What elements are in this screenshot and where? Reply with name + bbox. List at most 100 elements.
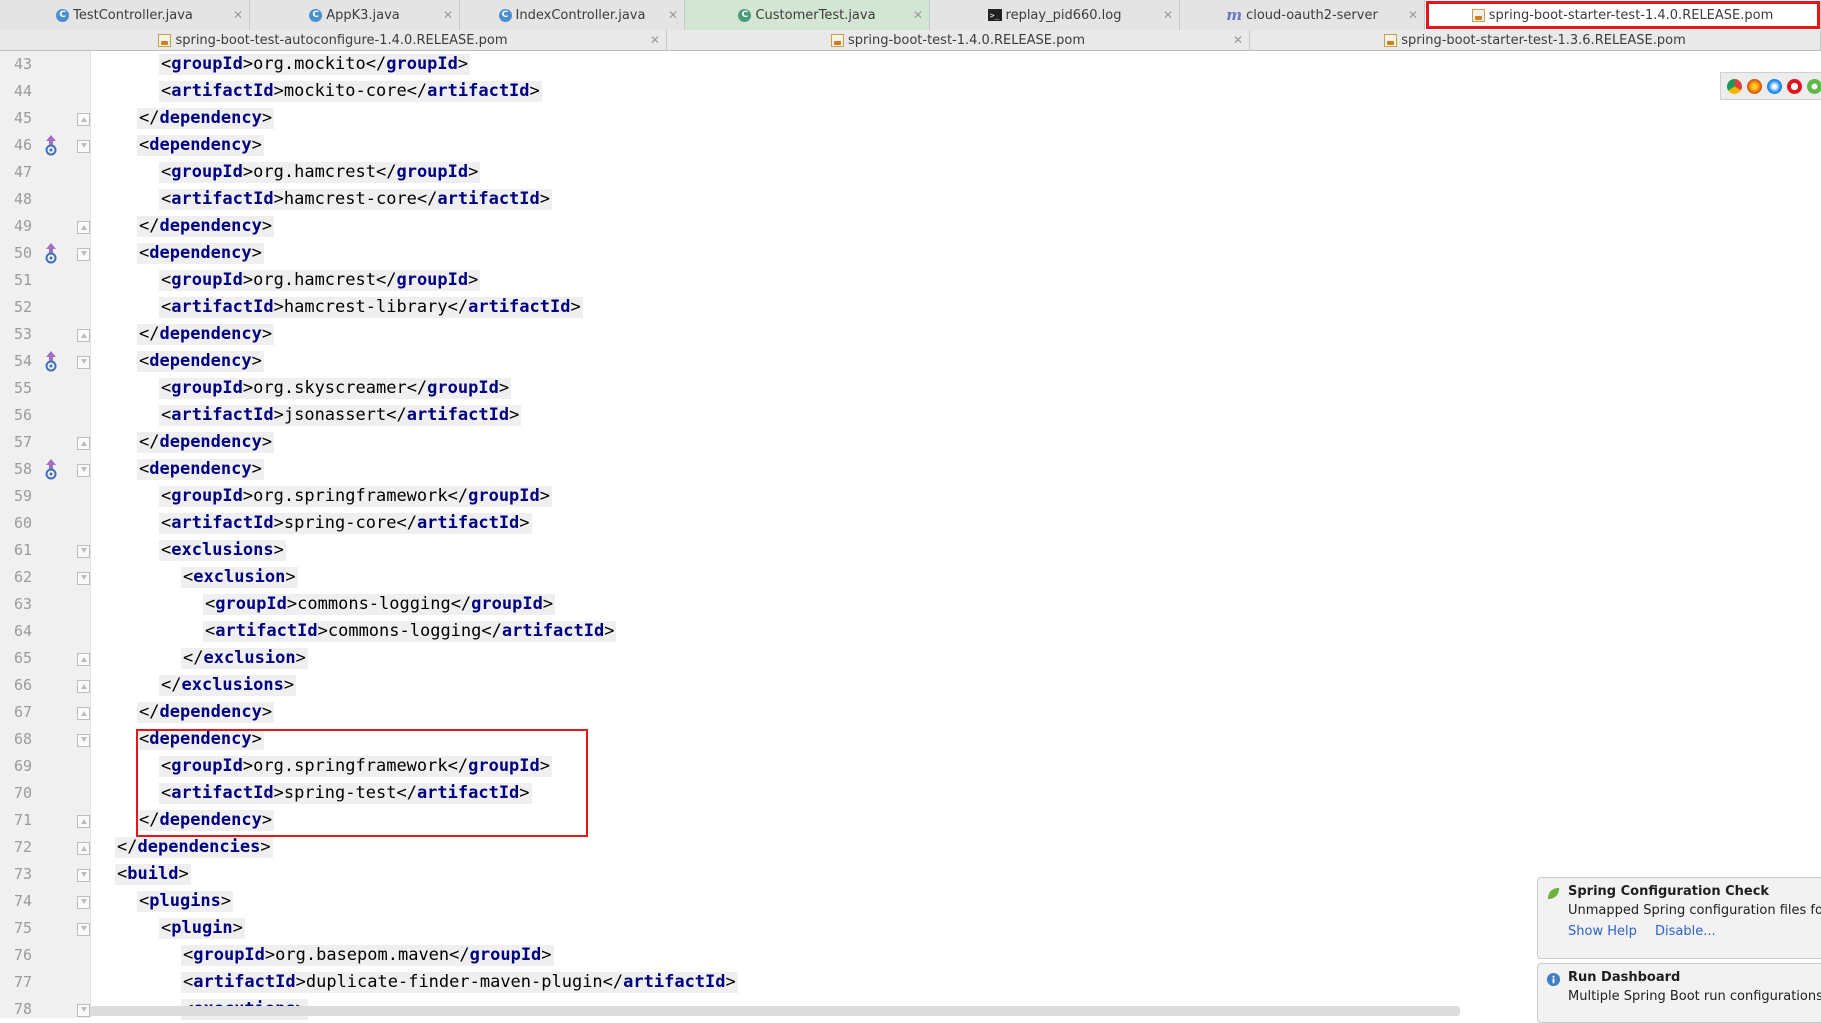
override-marker-icon[interactable] xyxy=(44,350,58,372)
code-line[interactable]: 56 <artifactId>jsonassert</artifactId> xyxy=(0,402,1821,429)
code-line[interactable]: 64 <artifactId>commons-logging</artifactI… xyxy=(0,618,1821,645)
fold-marker-icon[interactable] xyxy=(77,653,90,666)
show-help-link[interactable]: Show Help xyxy=(1568,924,1637,939)
close-icon[interactable]: ✕ xyxy=(1233,33,1243,47)
fold-marker-icon[interactable] xyxy=(77,1004,90,1017)
disable-link[interactable]: Disable... xyxy=(1655,924,1716,939)
xml-tag-name: artifactId xyxy=(193,972,296,992)
safari-icon[interactable] xyxy=(1767,78,1782,94)
close-icon[interactable]: ✕ xyxy=(1163,8,1173,22)
tab-4[interactable]: >_ replay_pid660.log ✕ xyxy=(930,0,1180,30)
fold-marker-icon[interactable] xyxy=(77,815,90,828)
fold-marker-icon[interactable] xyxy=(77,680,90,693)
code-line[interactable]: 66 </exclusions> xyxy=(0,672,1821,699)
code-line[interactable]: 59 <groupId>org.springframework</groupId> xyxy=(0,483,1821,510)
fold-marker-icon[interactable] xyxy=(77,545,90,558)
horizontal-scrollbar[interactable] xyxy=(90,1006,1460,1016)
code-text: </dependency> xyxy=(137,432,275,453)
code-line[interactable]: 51 <groupId>org.hamcrest</groupId> xyxy=(0,267,1821,294)
tab-secondary-0[interactable]: spring-boot-test-autoconfigure-1.4.0.REL… xyxy=(0,30,667,50)
xml-bracket: </ xyxy=(139,702,160,722)
tab-secondary-1[interactable]: spring-boot-test-1.4.0.RELEASE.pom ✕ xyxy=(667,30,1250,50)
code-line[interactable]: 54 <dependency> xyxy=(0,348,1821,375)
xml-tag-name: exclusions xyxy=(171,540,274,560)
xml-bracket: </ xyxy=(396,513,417,533)
fold-marker-icon[interactable] xyxy=(77,572,90,585)
code-line[interactable]: 49 </dependency> xyxy=(0,213,1821,240)
fold-marker-icon[interactable] xyxy=(77,842,90,855)
close-icon[interactable]: ✕ xyxy=(443,8,453,22)
tab-secondary-2[interactable]: spring-boot-starter-test-1.3.6.RELEASE.p… xyxy=(1250,30,1821,50)
code-line[interactable]: 65 </exclusion> xyxy=(0,645,1821,672)
code-text: </exclusion> xyxy=(181,648,308,669)
code-line[interactable]: 48 <artifactId>hamcrest-core</artifactId> xyxy=(0,186,1821,213)
opera-icon[interactable] xyxy=(1787,78,1802,94)
fold-marker-icon[interactable] xyxy=(77,329,90,342)
code-line[interactable]: 61 <exclusions> xyxy=(0,537,1821,564)
fold-marker-icon[interactable] xyxy=(77,896,90,909)
fold-marker-icon[interactable] xyxy=(77,869,90,882)
xml-bracket: > xyxy=(286,594,298,614)
xml-tag-name: artifactId xyxy=(427,81,530,101)
line-number: 64 xyxy=(13,622,32,640)
fold-marker-icon[interactable] xyxy=(77,113,90,126)
code-line[interactable]: 46 <dependency> xyxy=(0,132,1821,159)
tab-5[interactable]: m cloud-oauth2-server ✕ xyxy=(1180,0,1425,30)
code-line[interactable]: 44 <artifactId>mockito-core</artifactId> xyxy=(0,78,1821,105)
fold-marker-icon[interactable] xyxy=(77,437,90,450)
code-line[interactable]: 50 <dependency> xyxy=(0,240,1821,267)
code-line[interactable]: 43 <groupId>org.mockito</groupId> xyxy=(0,51,1821,78)
code-line[interactable]: 62 <exclusion> xyxy=(0,564,1821,591)
tab-6[interactable]: spring-boot-starter-test-1.4.0.RELEASE.p… xyxy=(1425,0,1821,30)
code-text: </exclusions> xyxy=(159,675,297,696)
code-line[interactable]: 45 </dependency> xyxy=(0,105,1821,132)
xml-tag-name: dependency xyxy=(159,324,262,344)
xml-bracket: > xyxy=(570,297,581,317)
fold-marker-icon[interactable] xyxy=(77,707,90,720)
code-line[interactable]: 55 <groupId>org.skyscreamer</groupId> xyxy=(0,375,1821,402)
close-icon[interactable]: ✕ xyxy=(650,33,660,47)
code-line[interactable]: 52 <artifactId>hamcrest-library</artifact… xyxy=(0,294,1821,321)
code-text: <dependency> xyxy=(137,351,264,372)
tab-3[interactable]: C CustomerTest.java ✕ xyxy=(685,0,930,30)
close-icon[interactable]: ✕ xyxy=(233,8,243,22)
java-class-icon: C xyxy=(498,8,512,22)
code-line[interactable]: 47 <groupId>org.hamcrest</groupId> xyxy=(0,159,1821,186)
chrome-icon[interactable] xyxy=(1727,78,1742,94)
line-number: 43 xyxy=(13,55,32,73)
xml-tag-name: dependency xyxy=(159,216,262,236)
code-line[interactable]: 72 </dependencies> xyxy=(0,834,1821,861)
firefox-icon[interactable] xyxy=(1747,78,1762,94)
tab-0[interactable]: C TestController.java ✕ xyxy=(0,0,250,30)
info-icon xyxy=(1546,972,1561,987)
code-editor[interactable]: 43 <groupId>org.mockito</groupId> 44 <artif… xyxy=(0,51,1821,1020)
line-number: 50 xyxy=(13,244,32,262)
fold-marker-icon[interactable] xyxy=(77,464,90,477)
xml-bracket: > xyxy=(178,864,189,884)
xml-bracket: < xyxy=(161,405,172,425)
fold-marker-icon[interactable] xyxy=(77,734,90,747)
override-marker-icon[interactable] xyxy=(44,134,58,156)
code-line[interactable]: 57 </dependency> xyxy=(0,429,1821,456)
fold-marker-icon[interactable] xyxy=(77,356,90,369)
code-line[interactable]: 53 </dependency> xyxy=(0,321,1821,348)
xml-bracket: > xyxy=(251,243,262,263)
code-line[interactable]: 63 <groupId>commons-logging</groupId> xyxy=(0,591,1821,618)
code-line[interactable]: 60 <artifactId>spring-core</artifactId> xyxy=(0,510,1821,537)
code-text: <artifactId>jsonassert</artifactId> xyxy=(159,405,522,426)
fold-marker-icon[interactable] xyxy=(77,923,90,936)
ie-icon[interactable] xyxy=(1807,78,1821,94)
close-icon[interactable]: ✕ xyxy=(913,8,923,22)
fold-marker-icon[interactable] xyxy=(77,248,90,261)
tab-1[interactable]: C AppK3.java ✕ xyxy=(250,0,460,30)
tab-2[interactable]: C IndexController.java ✕ xyxy=(460,0,685,30)
close-icon[interactable]: ✕ xyxy=(668,8,678,22)
fold-marker-icon[interactable] xyxy=(77,140,90,153)
code-text: </dependency> xyxy=(137,702,275,723)
override-marker-icon[interactable] xyxy=(44,242,58,264)
code-line[interactable]: 58 <dependency> xyxy=(0,456,1821,483)
code-line[interactable]: 67 </dependency> xyxy=(0,699,1821,726)
override-marker-icon[interactable] xyxy=(44,458,58,480)
close-icon[interactable]: ✕ xyxy=(1408,8,1418,22)
fold-marker-icon[interactable] xyxy=(77,221,90,234)
